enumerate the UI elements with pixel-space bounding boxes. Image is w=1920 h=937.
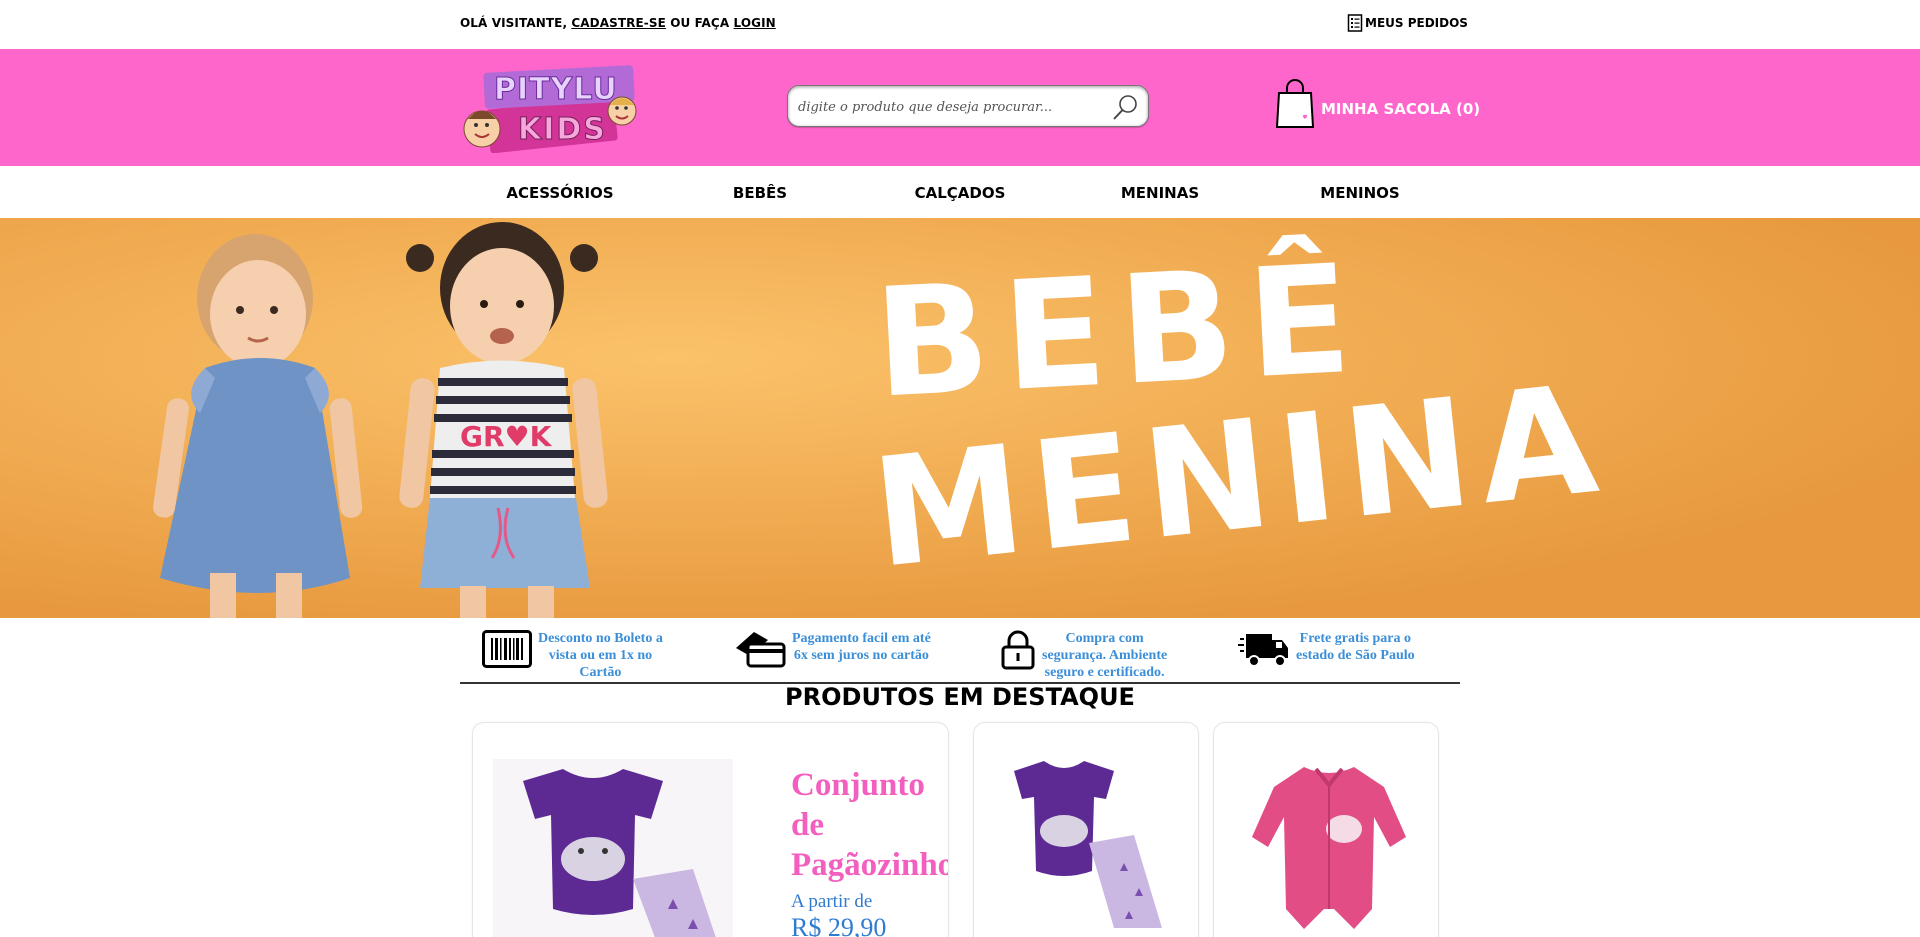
benefit-security-text: Compra com segurança. Ambiente seguro e …: [1042, 631, 1168, 680]
featured-price-from-label: A partir de: [791, 891, 873, 912]
benefit-credit-card-text: Pagamento facil em até 6x sem juros no c…: [792, 631, 931, 663]
featured-product-card[interactable]: Conjunto de Pagãozinho A partir de R$ 29…: [472, 722, 949, 937]
product-image-pagaozinho[interactable]: [493, 759, 733, 937]
logo-text-top: PITYLU: [494, 72, 618, 107]
benefit-credit-card: Pagamento facil em até 6x sem juros no c…: [734, 630, 931, 672]
benefit-free-shipping: Frete gratis para o estado de São Paulo: [1238, 630, 1415, 674]
store-logo[interactable]: PITYLU KIDS: [460, 63, 646, 154]
product-image-pink-romper[interactable]: [1234, 759, 1424, 937]
lock-icon: [1000, 630, 1036, 674]
featured-price: R$ 29,90: [791, 913, 887, 937]
benefit-free-shipping-text: Frete gratis para o estado de São Paulo: [1296, 631, 1415, 663]
benefits-bar: Desconto no Boleto a vista ou em 1x no C…: [460, 618, 1460, 684]
visitor-greeting: OLÁ VISITANTE, CADASTRE-SE OU FAÇA LOGIN: [460, 16, 776, 30]
search-input[interactable]: [798, 95, 1098, 119]
top-bar: OLÁ VISITANTE, CADASTRE-SE OU FAÇA LOGIN…: [0, 0, 1920, 49]
benefit-boleto-text: Desconto no Boleto a vista ou em 1x no C…: [538, 631, 663, 680]
nav-item-calcados[interactable]: CALÇADOS: [890, 184, 1030, 202]
category-nav: ACESSÓRIOS BEBÊS CALÇADOS MENINAS MENINO…: [0, 166, 1920, 218]
product-card-3[interactable]: [1213, 722, 1439, 937]
logo-text-bottom: KIDS: [518, 112, 607, 147]
my-orders-label: MEUS PEDIDOS: [1365, 16, 1468, 30]
nav-item-meninos[interactable]: MENINOS: [1290, 184, 1430, 202]
or-text: OU FAÇA: [670, 16, 730, 30]
register-link[interactable]: CADASTRE-SE: [571, 16, 666, 30]
section-title: PRODUTOS EM DESTAQUE: [785, 683, 1135, 711]
nav-item-acessorios[interactable]: ACESSÓRIOS: [490, 184, 630, 202]
product-image-purple-set[interactable]: [994, 753, 1184, 933]
shirt-print-text: GR♥K: [460, 420, 553, 453]
orders-list-icon: [1347, 14, 1363, 32]
nav-item-bebes[interactable]: BEBÊS: [690, 184, 830, 202]
benefit-boleto: Desconto no Boleto a vista ou em 1x no C…: [482, 630, 663, 681]
delivery-truck-icon: [1238, 630, 1290, 674]
search-icon[interactable]: [1110, 92, 1140, 126]
my-orders-link[interactable]: MEUS PEDIDOS: [1347, 14, 1468, 32]
search-box[interactable]: [787, 85, 1149, 127]
greeting-text: OLÁ VISITANTE,: [460, 16, 568, 30]
product-card-2[interactable]: [973, 722, 1199, 937]
nav-item-meninas[interactable]: MENINAS: [1090, 184, 1230, 202]
shopping-bag-link[interactable]: MINHA SACOLA (0): [1275, 79, 1480, 133]
barcode-icon: [482, 630, 532, 672]
benefit-security: Compra com segurança. Ambiente seguro e …: [1000, 630, 1167, 681]
hero-banner[interactable]: GR♥K BEBÊ MENINA: [0, 218, 1920, 618]
login-link[interactable]: LOGIN: [734, 16, 776, 30]
main-header: PITYLU KIDS digite o produto que deseja …: [0, 49, 1920, 166]
cart-label: MINHA SACOLA (0): [1321, 100, 1481, 118]
featured-product-name[interactable]: Conjunto de Pagãozinho: [791, 765, 948, 885]
credit-card-icon: [734, 630, 786, 672]
shopping-bag-icon: [1275, 79, 1315, 133]
